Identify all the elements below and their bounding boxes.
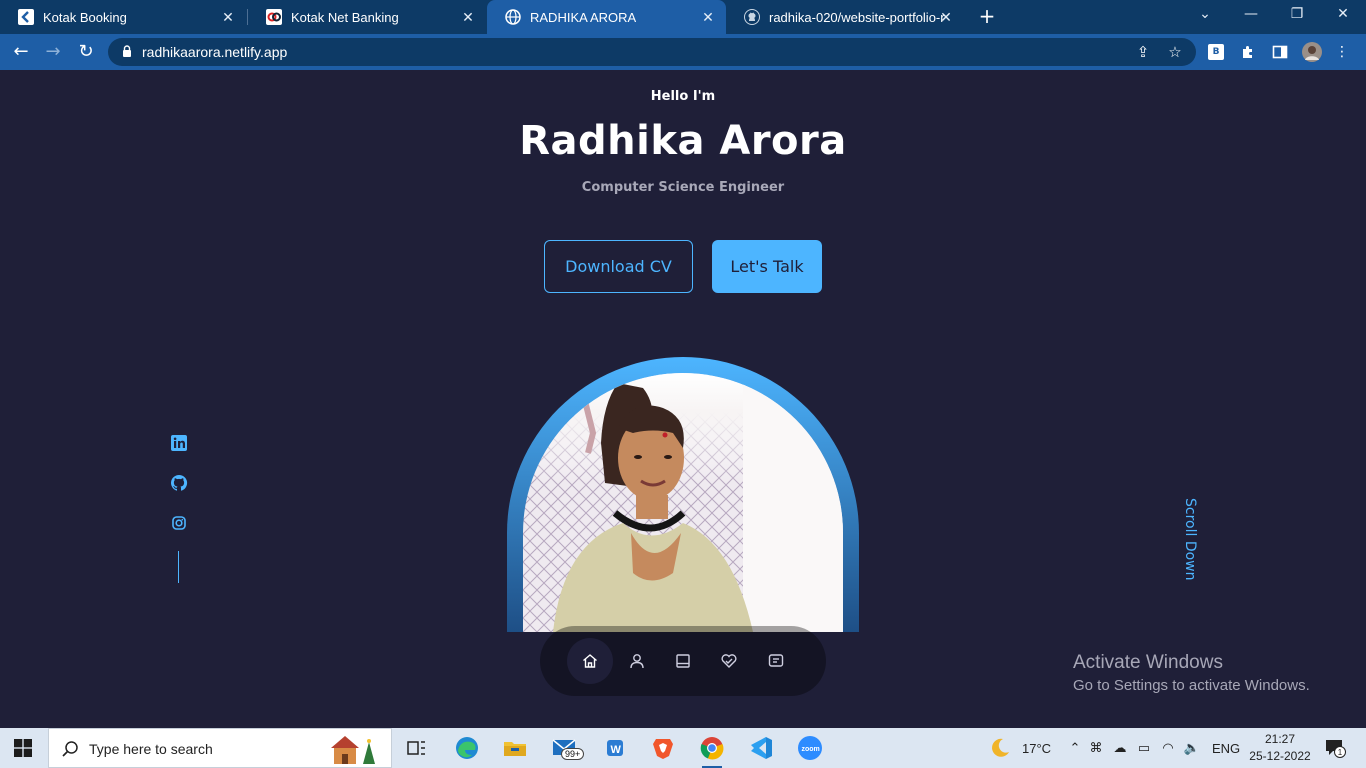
- taskbar-search-box[interactable]: Type here to search: [48, 728, 392, 768]
- extensions-puzzle-icon[interactable]: [1238, 42, 1258, 62]
- nav-home[interactable]: [567, 638, 613, 684]
- bottom-nav-bar: [540, 626, 826, 696]
- svg-text:zoom: zoom: [802, 746, 820, 753]
- activate-windows-watermark: Activate Windows Go to Settings to activ…: [1073, 652, 1310, 694]
- tab-title: radhika-020/website-portfolio-m: [769, 9, 945, 25]
- download-cv-button[interactable]: Download CV: [544, 240, 693, 293]
- onedrive-cloud-icon[interactable]: ☁: [1108, 740, 1132, 756]
- notification-count-badge: 1: [1334, 746, 1346, 758]
- svg-text:W: W: [611, 744, 622, 756]
- browser-tab-bar: Kotak Booking ✕ Kotak Net Banking ✕ RADH…: [0, 0, 1366, 34]
- close-tab-icon[interactable]: ✕: [220, 9, 236, 26]
- profile-avatar[interactable]: [1302, 42, 1322, 62]
- social-divider-line: [178, 551, 179, 583]
- extension-badge: B: [1208, 44, 1224, 60]
- wifi-icon[interactable]: ◠: [1156, 740, 1180, 756]
- tab-title: RADHIKA ARORA: [530, 9, 637, 25]
- url-text: radhikaarora.netlify.app: [142, 44, 288, 60]
- tab-github-repo[interactable]: radhika-020/website-portfolio-m ✕: [726, 0, 964, 34]
- greeting-text: Hello I'm: [650, 89, 716, 104]
- portfolio-page: Hello I'm Radhika Arora Computer Science…: [0, 70, 1366, 728]
- close-tab-icon[interactable]: ✕: [938, 9, 954, 26]
- tab-title: Kotak Booking: [43, 9, 127, 25]
- share-icon[interactable]: ⇪: [1134, 43, 1152, 61]
- new-tab-button[interactable]: +: [976, 4, 998, 28]
- vscode-icon[interactable]: [747, 734, 775, 762]
- scroll-down-link[interactable]: Scroll Down: [1160, 498, 1220, 582]
- tab-search-chevron-icon[interactable]: ⌄: [1195, 6, 1215, 22]
- services-icon: [721, 654, 737, 668]
- browser-menu-icon[interactable]: ⋮: [1332, 42, 1352, 62]
- close-window-button[interactable]: ✕: [1333, 6, 1353, 22]
- language-indicator[interactable]: ENG: [1212, 728, 1240, 768]
- role-subtitle: Computer Science Engineer: [581, 180, 785, 195]
- nav-services[interactable]: [706, 638, 752, 684]
- forward-button[interactable]: →: [42, 41, 64, 63]
- github-favicon-icon: [744, 9, 760, 25]
- activate-windows-title: Activate Windows: [1073, 652, 1223, 673]
- profile-photo: [523, 373, 843, 632]
- tab-radhika-arora[interactable]: RADHIKA ARORA ✕: [487, 0, 726, 34]
- address-bar[interactable]: radhikaarora.netlify.app ⇪ ☆: [108, 38, 1196, 66]
- nav-experience[interactable]: [660, 638, 706, 684]
- side-panel-icon[interactable]: [1270, 42, 1290, 62]
- activate-windows-subtitle: Go to Settings to activate Windows.: [1073, 677, 1310, 694]
- nav-contact[interactable]: [753, 638, 799, 684]
- windows-start-icon[interactable]: [14, 739, 32, 757]
- nav-about[interactable]: [614, 638, 660, 684]
- volume-icon[interactable]: 🔈: [1180, 740, 1204, 756]
- globe-icon: [505, 9, 521, 25]
- word-icon[interactable]: W: [601, 734, 629, 762]
- lock-icon[interactable]: [120, 44, 134, 58]
- weather-temperature: 17°C: [1022, 740, 1052, 756]
- home-icon: [583, 654, 597, 668]
- browser-toolbar: ← → ↻ radhikaarora.netlify.app ⇪ ☆ B ⋮: [0, 34, 1366, 70]
- system-clock[interactable]: 21:27 25-12-2022: [1248, 731, 1312, 765]
- reload-button[interactable]: ↻: [75, 41, 97, 63]
- zoom-icon[interactable]: zoom: [796, 734, 824, 762]
- mail-badge: 99+: [561, 748, 585, 760]
- user-icon: [630, 654, 644, 669]
- tab-title: Kotak Net Banking: [291, 9, 399, 25]
- close-tab-icon[interactable]: ✕: [460, 9, 476, 26]
- linkedin-icon[interactable]: [170, 434, 188, 452]
- close-tab-icon[interactable]: ✕: [700, 9, 716, 26]
- brave-icon[interactable]: [649, 734, 677, 762]
- profile-photo-frame: [507, 357, 859, 632]
- scroll-down-label: Scroll Down: [1182, 498, 1198, 581]
- christmas-house-icon: [331, 736, 375, 764]
- moon-icon: [992, 738, 1009, 757]
- notification-center-icon[interactable]: 1: [1324, 738, 1346, 758]
- instagram-icon[interactable]: [170, 514, 188, 532]
- file-explorer-icon[interactable]: [501, 734, 529, 762]
- windows-taskbar: Type here to search 99+ W zoom 17°C ⌃ ⌘ …: [0, 728, 1366, 768]
- task-view-icon[interactable]: [402, 734, 430, 762]
- github-icon[interactable]: [170, 474, 188, 492]
- message-icon: [768, 654, 784, 667]
- page-title: Radhika Arora: [519, 118, 847, 164]
- tab-kotak-booking[interactable]: Kotak Booking ✕: [0, 0, 246, 34]
- chevron-up-icon[interactable]: ⌃: [1066, 740, 1084, 756]
- clock-time: 21:27: [1264, 732, 1296, 746]
- mail-icon[interactable]: 99+: [551, 734, 585, 762]
- search-icon: [62, 741, 78, 757]
- lets-talk-button[interactable]: Let's Talk: [712, 240, 822, 293]
- kotak-net-banking-favicon-icon: [266, 9, 282, 25]
- search-placeholder: Type here to search: [89, 741, 213, 757]
- edge-icon[interactable]: [453, 734, 481, 762]
- minimize-button[interactable]: —: [1241, 6, 1261, 22]
- book-icon: [676, 654, 690, 668]
- extension-b-icon[interactable]: B: [1206, 42, 1226, 62]
- chrome-icon[interactable]: [698, 734, 726, 768]
- battery-icon[interactable]: ▭: [1132, 740, 1156, 756]
- kotak-booking-favicon-icon: [18, 9, 34, 25]
- tab-kotak-net-banking[interactable]: Kotak Net Banking ✕: [248, 0, 486, 34]
- clock-date: 25-12-2022: [1249, 749, 1311, 763]
- meet-now-icon[interactable]: ⌘: [1084, 740, 1108, 756]
- restore-button[interactable]: ❐: [1287, 6, 1307, 22]
- tray-icons: ⌃ ⌘ ☁ ▭ ◠ 🔈: [1066, 728, 1204, 768]
- back-button[interactable]: ←: [10, 41, 32, 63]
- bookmark-star-icon[interactable]: ☆: [1166, 43, 1184, 61]
- weather-widget[interactable]: 17°C: [988, 728, 1051, 768]
